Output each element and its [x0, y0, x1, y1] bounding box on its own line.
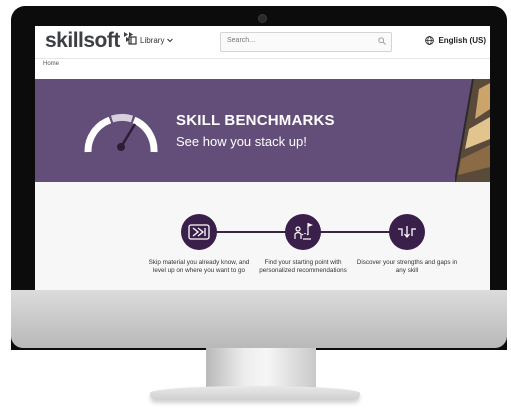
search-icon[interactable] — [378, 37, 386, 45]
top-header: skillsoft Library Search... English (US) — [35, 26, 490, 59]
speedometer-icon — [84, 114, 158, 153]
hero-subtitle: See how you stack up! — [176, 134, 307, 149]
step-2-text: Find your starting point with personaliz… — [259, 259, 347, 274]
person-flag-icon — [294, 223, 313, 240]
skillsoft-logo[interactable]: skillsoft — [45, 29, 120, 53]
monitor-stand-base — [150, 386, 360, 400]
screen: skillsoft Library Search... English (US)… — [35, 26, 490, 290]
search-input[interactable]: Search... — [220, 32, 392, 52]
library-label: Library — [140, 36, 165, 45]
monitor-chin — [11, 290, 507, 348]
chevron-down-icon — [167, 38, 174, 43]
step-2-circle — [285, 214, 321, 250]
search-placeholder: Search... — [227, 37, 256, 44]
library-menu[interactable]: Library — [128, 36, 174, 45]
camera-icon — [258, 14, 267, 23]
breadcrumb-home[interactable]: Home — [43, 61, 59, 67]
hero-photo — [455, 79, 490, 182]
step-3-text: Discover your strengths and gaps in any … — [356, 259, 458, 274]
fast-forward-icon — [188, 224, 210, 240]
step-3-circle — [389, 214, 425, 250]
globe-icon — [425, 36, 435, 45]
strengths-gaps-icon — [398, 226, 416, 239]
step-1-text: Skip material you already know, and leve… — [148, 259, 250, 274]
step-1-circle — [181, 214, 217, 250]
library-book-icon — [128, 36, 137, 45]
language-label: English (US) — [438, 36, 486, 45]
hero-banner: SKILL BENCHMARKS See how you stack up! — [35, 79, 490, 182]
language-selector[interactable]: English (US) — [425, 36, 486, 45]
hero-title: SKILL BENCHMARKS — [176, 112, 335, 129]
